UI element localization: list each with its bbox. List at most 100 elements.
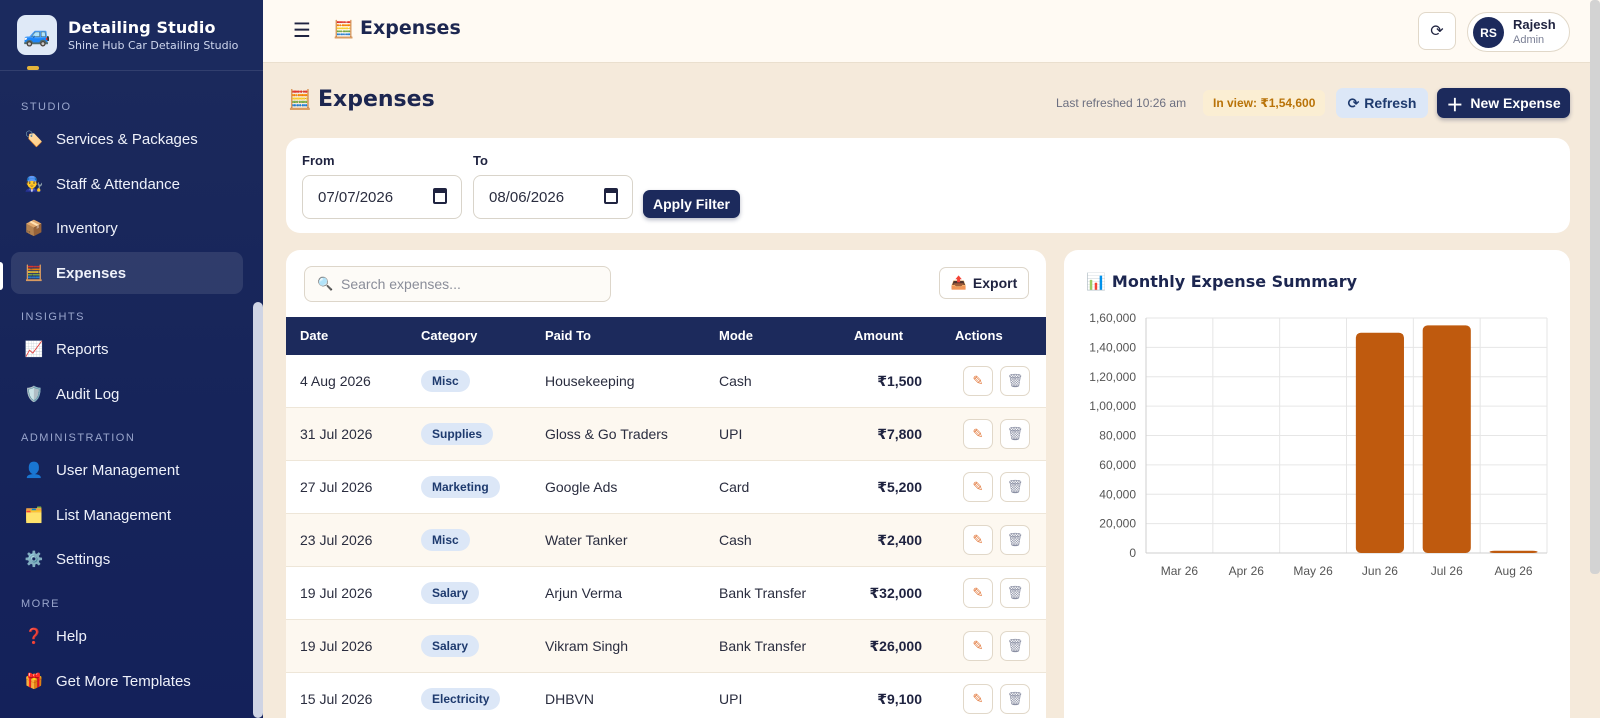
- cell-date: 23 Jul 2026: [300, 532, 373, 548]
- user-icon: 👤: [24, 462, 44, 479]
- sidebar-item-label: Staff & Attendance: [56, 175, 180, 193]
- pencil-icon: ✎: [972, 373, 984, 388]
- sidebar-item-services[interactable]: 🏷️ Services & Packages: [11, 118, 243, 160]
- edit-button[interactable]: ✎: [963, 631, 993, 661]
- edit-button[interactable]: ✎: [963, 525, 993, 555]
- category-badge: Supplies: [421, 423, 494, 445]
- topbar-refresh-button[interactable]: ⟳: [1418, 12, 1456, 50]
- column-header-amount[interactable]: Amount: [854, 328, 903, 343]
- category-badge: Misc: [421, 370, 470, 392]
- trash-icon: 🗑: [1006, 479, 1024, 494]
- bar-jul-26[interactable]: [1422, 325, 1471, 553]
- sidebar-item-user-management[interactable]: 👤 User Management: [11, 449, 243, 491]
- y-tick-label: 0: [1129, 546, 1136, 560]
- cell-date: 27 Jul 2026: [300, 479, 373, 495]
- sidebar-item-inventory[interactable]: 📦 Inventory: [11, 207, 243, 249]
- trash-icon: 🗑: [1006, 638, 1024, 653]
- cell-date: 15 Jul 2026: [300, 691, 373, 707]
- table-row[interactable]: 4 Aug 2026 Misc Housekeeping Cash ₹1,500 ✎ 🗑: [286, 355, 1046, 408]
- menu-icon[interactable]: ☰: [291, 20, 313, 42]
- search-input[interactable]: [341, 276, 601, 292]
- calendar-icon[interactable]: [433, 188, 447, 204]
- apply-filter-button[interactable]: Apply Filter: [643, 190, 740, 218]
- from-label: From: [302, 153, 335, 168]
- edit-button[interactable]: ✎: [963, 366, 993, 396]
- delete-button[interactable]: 🗑: [1000, 631, 1030, 661]
- delete-button[interactable]: 🗑: [1000, 419, 1030, 449]
- chart-icon: 📈: [24, 341, 44, 358]
- trash-icon: 🗑: [1006, 691, 1024, 706]
- table-row[interactable]: 15 Jul 2026 Electricity DHBVN UPI ₹9,100 ✎ 🗑: [286, 673, 1046, 718]
- cell-amount: ₹9,100: [877, 691, 922, 707]
- edit-button[interactable]: ✎: [963, 419, 993, 449]
- y-tick-label: 20,000: [1099, 517, 1136, 531]
- brand-title: Detailing Studio: [68, 18, 216, 37]
- cell-paid-to: Arjun Verma: [545, 585, 623, 601]
- section-label-studio: STUDIO: [21, 101, 72, 113]
- table-row[interactable]: 19 Jul 2026 Salary Arjun Verma Bank Transfe…: [286, 567, 1046, 620]
- refresh-label: Refresh: [1364, 95, 1417, 111]
- table-row[interactable]: 27 Jul 2026 Marketing Google Ads Card ₹5,200…: [286, 461, 1046, 514]
- folder-icon: 🗂️: [24, 507, 44, 524]
- monthly-summary-card: 📊 Monthly Expense Summary 0 20,000 40,000 6…: [1064, 250, 1570, 718]
- category-badge: Marketing: [421, 476, 500, 498]
- column-header-date[interactable]: Date: [300, 328, 328, 343]
- sidebar-item-label: Services & Packages: [56, 130, 198, 148]
- bar-aug-26[interactable]: [1489, 550, 1538, 553]
- refresh-button[interactable]: ⟳ Refresh: [1336, 88, 1428, 118]
- sidebar-item-list-management[interactable]: 🗂️ List Management: [11, 494, 243, 536]
- new-expense-button[interactable]: ＋ New Expense: [1437, 88, 1570, 118]
- table-row[interactable]: 23 Jul 2026 Misc Water Tanker Cash ₹2,400 ✎ 🗑: [286, 514, 1046, 567]
- x-tick-label: Jun 26: [1362, 564, 1398, 578]
- delete-button[interactable]: 🗑: [1000, 525, 1030, 555]
- section-label-more: MORE: [21, 598, 60, 610]
- from-date-input[interactable]: 07/07/2026: [302, 175, 462, 219]
- category-badge: Salary: [421, 582, 480, 604]
- delete-button[interactable]: 🗑: [1000, 684, 1030, 714]
- main-scrollbar[interactable]: [1590, 0, 1600, 574]
- cell-mode: Cash: [719, 373, 752, 389]
- delete-button[interactable]: 🗑: [1000, 472, 1030, 502]
- to-date-input[interactable]: 08/06/2026: [473, 175, 633, 219]
- y-tick-label: 40,000: [1099, 487, 1136, 501]
- cell-mode: UPI: [719, 691, 743, 707]
- sidebar-item-help[interactable]: ❓ Help: [11, 615, 243, 657]
- sidebar-item-reports[interactable]: 📈 Reports: [11, 328, 243, 370]
- calendar-icon[interactable]: [604, 188, 618, 204]
- user-role: Admin: [1513, 34, 1545, 46]
- y-tick-label: 1,20,000: [1089, 370, 1136, 384]
- column-header-mode[interactable]: Mode: [719, 328, 753, 343]
- sidebar-item-settings[interactable]: ⚙️ Settings: [11, 538, 243, 580]
- sidebar-item-get-more-templates[interactable]: 🎁 Get More Templates: [11, 660, 243, 702]
- brand[interactable]: 🚙 Detailing Studio Shine Hub Car Detaili…: [0, 0, 263, 71]
- delete-button[interactable]: 🗑: [1000, 366, 1030, 396]
- search-box[interactable]: 🔍: [304, 266, 611, 302]
- edit-button[interactable]: ✎: [963, 578, 993, 608]
- user-name: Rajesh: [1513, 17, 1556, 32]
- delete-button[interactable]: 🗑: [1000, 578, 1030, 608]
- cell-date: 4 Aug 2026: [300, 373, 371, 389]
- bar-jun-26[interactable]: [1355, 332, 1404, 553]
- sidebar-item-audit-log[interactable]: 🛡️ Audit Log: [11, 373, 243, 415]
- edit-button[interactable]: ✎: [963, 472, 993, 502]
- sidebar-item-label: Reports: [56, 340, 109, 358]
- sidebar-scrollbar[interactable]: [253, 302, 263, 718]
- sidebar-item-label: List Management: [56, 506, 172, 524]
- edit-button[interactable]: ✎: [963, 684, 993, 714]
- user-menu[interactable]: RS Rajesh Admin: [1467, 12, 1570, 52]
- column-header-paid-to[interactable]: Paid To: [545, 328, 591, 343]
- table-row[interactable]: 31 Jul 2026 Supplies Gloss & Go Traders UPI…: [286, 408, 1046, 461]
- sidebar-item-expenses[interactable]: 🧮 Expenses: [11, 252, 243, 294]
- column-header-category[interactable]: Category: [421, 328, 477, 343]
- sidebar-item-label: Get More Templates: [56, 672, 191, 690]
- table-row[interactable]: 19 Jul 2026 Salary Vikram Singh Bank Transf…: [286, 620, 1046, 673]
- shield-icon: 🛡️: [24, 386, 44, 403]
- pencil-icon: ✎: [972, 426, 984, 441]
- sidebar-item-staff[interactable]: 👨‍🔧 Staff & Attendance: [11, 163, 243, 205]
- cell-mode: Cash: [719, 532, 752, 548]
- to-label: To: [473, 153, 488, 168]
- abacus-icon: 🧮: [24, 265, 44, 282]
- sidebar-item-label: Audit Log: [56, 385, 120, 403]
- cell-amount: ₹2,400: [877, 532, 922, 548]
- export-button[interactable]: 📤 Export: [939, 267, 1029, 299]
